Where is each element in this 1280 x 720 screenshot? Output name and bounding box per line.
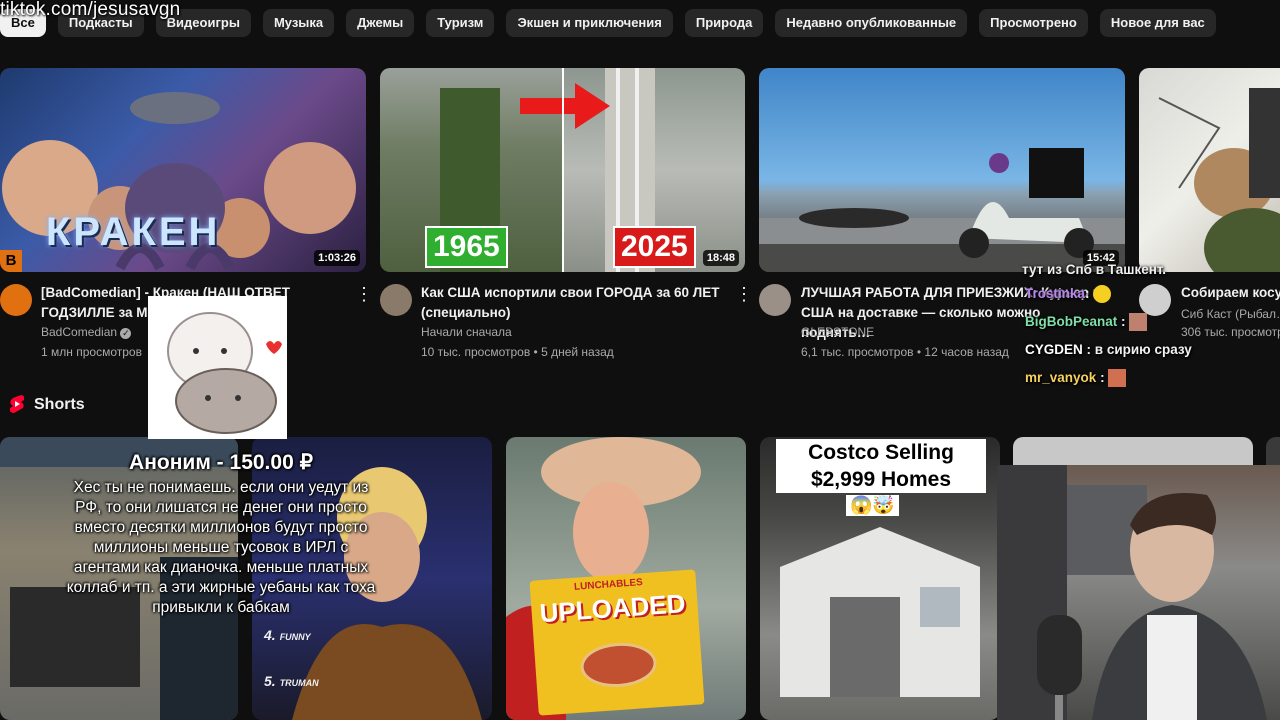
chip-music[interactable]: Музыка	[262, 9, 335, 37]
video-thumbnail[interactable]: КРАКЕН B 1:03:26	[0, 68, 366, 272]
chat-message: BigBobPeanat :	[1025, 308, 1280, 336]
more-options-icon[interactable]: ⋮	[355, 284, 373, 304]
chip-action[interactable]: Экшен и приключения	[506, 9, 673, 37]
channel-badge: B	[0, 250, 22, 272]
channel-name[interactable]: GLEBSTONE	[801, 323, 874, 341]
emote-icon	[1108, 369, 1127, 388]
channel-name[interactable]: BadComedian ✓	[41, 323, 132, 341]
duration-badge: 18:48	[702, 250, 739, 266]
short-thumbnail[interactable]: LUNCHABLES UPLOADED	[506, 437, 746, 720]
donation-header: Аноним - 150.00 ₽	[129, 451, 313, 474]
year-2025-label: 2025	[613, 226, 696, 268]
donation-alert: Аноним - 150.00 ₽ Хес ты не понимаешь. е…	[56, 452, 386, 618]
shorts-label: Shorts	[34, 396, 85, 413]
chat-overlay: тут из Спб в Ташкент. Trostinka: BigBobP…	[1020, 260, 1280, 392]
verified-icon: ✓	[120, 328, 132, 339]
donation-message: Хес ты не понимаешь. если они уедут из Р…	[66, 479, 376, 616]
video-thumbnail[interactable]	[1139, 68, 1280, 272]
channel-avatar[interactable]	[380, 284, 412, 316]
emote-icon	[1093, 285, 1112, 304]
thumb-title-text: КРАКЕН	[46, 210, 221, 254]
chat-username: mr_vanyok	[1025, 370, 1097, 385]
sticker-art	[167, 312, 282, 434]
chat-message: mr_vanyok :	[1025, 364, 1280, 392]
cat-sticker-overlay	[148, 296, 287, 439]
brand-text: LUNCHABLES	[573, 577, 644, 593]
pizza-image	[579, 640, 659, 690]
chat-username: CYGDEN	[1025, 342, 1083, 357]
channel-name[interactable]: Начали сначала	[421, 323, 512, 341]
emote-icon	[1129, 313, 1148, 332]
chip-jams[interactable]: Джемы	[346, 9, 415, 37]
chat-text: : в сирию сразу	[1086, 342, 1192, 357]
thumbnail-art	[759, 148, 1125, 272]
shorts-icon	[9, 395, 25, 413]
channel-avatar[interactable]	[759, 284, 791, 316]
chip-tourism[interactable]: Туризм	[426, 9, 495, 37]
short-caption: Costco Selling $2,999 Homes	[776, 439, 986, 493]
video-title[interactable]: Как США испортили свои ГОРОДА за 60 ЛЕТ …	[421, 283, 721, 323]
stream-url-overlay: tiktok.com/jesusavgn	[0, 0, 181, 20]
chat-username: BigBobPeanat	[1025, 314, 1118, 329]
video-meta: 1 млн просмотров	[41, 345, 142, 359]
more-options-icon[interactable]: ⋮	[735, 284, 753, 304]
chip-recent[interactable]: Недавно опубликованные	[775, 9, 968, 37]
short-emoji: 😱🤯	[846, 495, 899, 516]
webcam-overlay	[997, 465, 1280, 720]
channel-avatar[interactable]	[0, 284, 32, 316]
video-meta: 10 тыс. просмотров • 5 дней назад	[421, 345, 614, 359]
chat-message: CYGDEN : в сирию сразу	[1025, 336, 1280, 364]
year-1965-label: 1965	[425, 226, 508, 268]
webcam-feed	[997, 465, 1267, 720]
short-thumbnail[interactable]: Costco Selling $2,999 Homes 😱🤯	[760, 437, 1000, 720]
chat-top-line: тут из Спб в Ташкент.	[1022, 262, 1167, 277]
rank-4: 4. FUNNY	[264, 627, 311, 643]
chat-text: :	[1100, 370, 1105, 385]
chat-username: Trostinka	[1025, 286, 1086, 301]
video-meta: 6,1 тыс. просмотров • 12 часов назад	[801, 345, 1009, 359]
filter-chips: Все Подкасты Видеоигры Музыка Джемы Тури…	[0, 9, 1216, 37]
chat-text: :	[1121, 314, 1126, 329]
video-thumbnail[interactable]: 1965 2025 18:48	[380, 68, 745, 272]
chat-message: Trostinka:	[1025, 280, 1280, 308]
product-title: UPLOADED	[538, 588, 687, 629]
video-thumbnail[interactable]: 15:42	[759, 68, 1125, 272]
chip-new[interactable]: Новое для вас	[1099, 9, 1216, 37]
duration-badge: 1:03:26	[314, 250, 360, 266]
thumbnail-art	[1158, 88, 1280, 272]
product-box: LUNCHABLES UPLOADED	[529, 569, 705, 716]
chip-watched[interactable]: Просмотрено	[979, 9, 1088, 37]
chip-nature[interactable]: Природа	[684, 9, 764, 37]
chat-text: :	[1085, 286, 1090, 301]
rank-5: 5. TRUMAN	[264, 673, 319, 689]
